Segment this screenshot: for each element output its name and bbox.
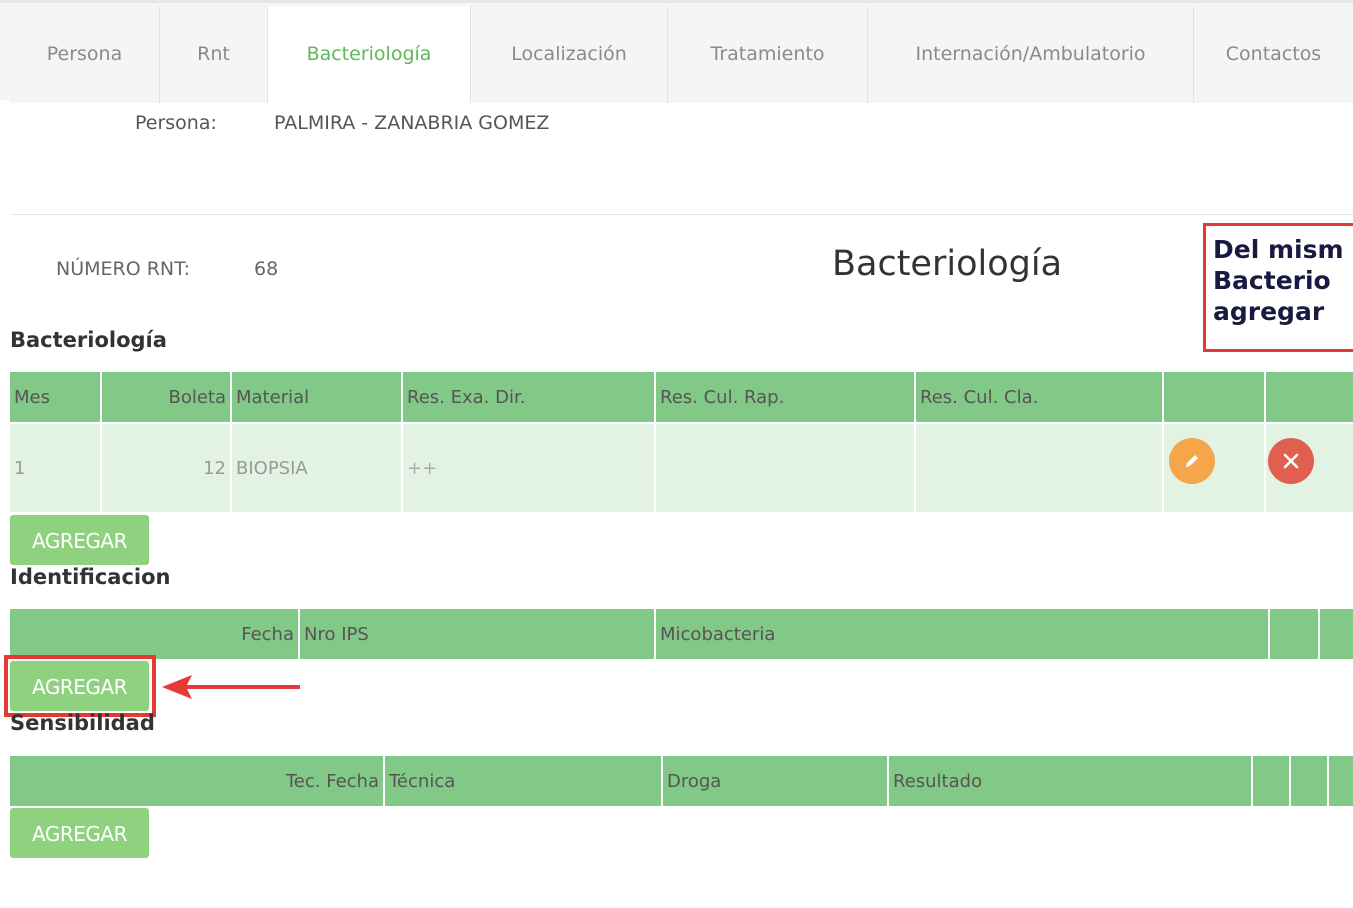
annotation-callout: Del mism Bacterio agregar <box>1203 223 1353 352</box>
annotation-line-2: Bacterio <box>1213 266 1331 295</box>
section-title-bacteriologia: Bacteriología <box>10 328 167 352</box>
tab-localizacion[interactable]: Localización <box>471 6 668 103</box>
col-header-delete <box>1266 372 1353 422</box>
annotation-line-3: agregar <box>1213 297 1325 326</box>
add-sensibilidad-button[interactable]: AGREGAR <box>10 808 149 858</box>
close-icon[interactable] <box>1268 438 1314 484</box>
cell-boleta: 12 <box>102 424 232 512</box>
col-header-extra-2 <box>1291 756 1329 806</box>
cell-material: BIOPSIA <box>232 424 403 512</box>
col-header-boleta: Boleta <box>102 372 232 422</box>
cell-delete <box>1266 424 1353 512</box>
col-header-res-cul-cla: Res. Cul. Cla. <box>916 372 1164 422</box>
col-header-mes: Mes <box>10 372 102 422</box>
bacteriologia-table-header: Mes Boleta Material Res. Exa. Dir. Res. … <box>10 372 1353 422</box>
arrow-left-icon <box>162 675 300 699</box>
col-header-tecnica: Técnica <box>385 756 663 806</box>
persona-label: Persona: <box>135 112 217 134</box>
sensibilidad-table-header: Tec. Fecha Técnica Droga Resultado <box>10 756 1353 806</box>
rnt-number-label: NÚMERO RNT: <box>56 258 191 280</box>
tab-contactos[interactable]: Contactos <box>1194 6 1353 103</box>
cell-res-cul-cla <box>916 424 1164 512</box>
table-row: 1 12 BIOPSIA ++ <box>10 424 1353 512</box>
cell-mes: 1 <box>10 424 102 512</box>
tab-internacion-ambulatorio[interactable]: Internación/Ambulatorio <box>868 6 1194 103</box>
persona-value: PALMIRA - ZANABRIA GOMEZ <box>274 112 550 134</box>
identificacion-table-header: Fecha Nro IPS Micobacteria <box>10 609 1353 659</box>
col-header-micobacteria: Micobacteria <box>656 609 1270 659</box>
col-header-resultado: Resultado <box>889 756 1253 806</box>
highlight-box <box>4 655 156 717</box>
cell-res-exa-dir: ++ <box>403 424 656 512</box>
col-header-tec-fecha: Tec. Fecha <box>10 756 385 806</box>
add-bacteriologia-button[interactable]: AGREGAR <box>10 515 149 565</box>
tab-tratamiento[interactable]: Tratamiento <box>668 6 868 103</box>
section-title-sensibilidad: Sensibilidad <box>10 711 155 735</box>
annotation-line-1: Del mism <box>1213 235 1344 264</box>
tab-bar: Persona Rnt Bacteriología Localización T… <box>0 0 1353 103</box>
cell-res-cul-rap <box>656 424 916 512</box>
page-title: Bacteriología <box>832 244 1063 284</box>
pencil-icon[interactable] <box>1169 438 1215 484</box>
tab-rnt[interactable]: Rnt <box>160 6 268 103</box>
col-header-nro-ips: Nro IPS <box>300 609 656 659</box>
cell-edit <box>1164 424 1266 512</box>
col-header-fecha: Fecha <box>10 609 300 659</box>
col-header-extra-3 <box>1329 756 1353 806</box>
col-header-material: Material <box>232 372 403 422</box>
rnt-number-value: 68 <box>254 258 279 280</box>
col-header-res-cul-rap: Res. Cul. Rap. <box>656 372 916 422</box>
col-header-edit <box>1164 372 1266 422</box>
tab-persona[interactable]: Persona <box>10 6 160 103</box>
col-header-res-exa-dir: Res. Exa. Dir. <box>403 372 656 422</box>
col-header-extra-1 <box>1253 756 1291 806</box>
col-header-delete <box>1320 609 1353 659</box>
col-header-droga: Droga <box>663 756 889 806</box>
tab-bacteriologia[interactable]: Bacteriología <box>268 6 471 103</box>
section-title-identificacion: Identificacion <box>10 565 171 589</box>
col-header-edit <box>1270 609 1320 659</box>
divider <box>10 214 1353 215</box>
